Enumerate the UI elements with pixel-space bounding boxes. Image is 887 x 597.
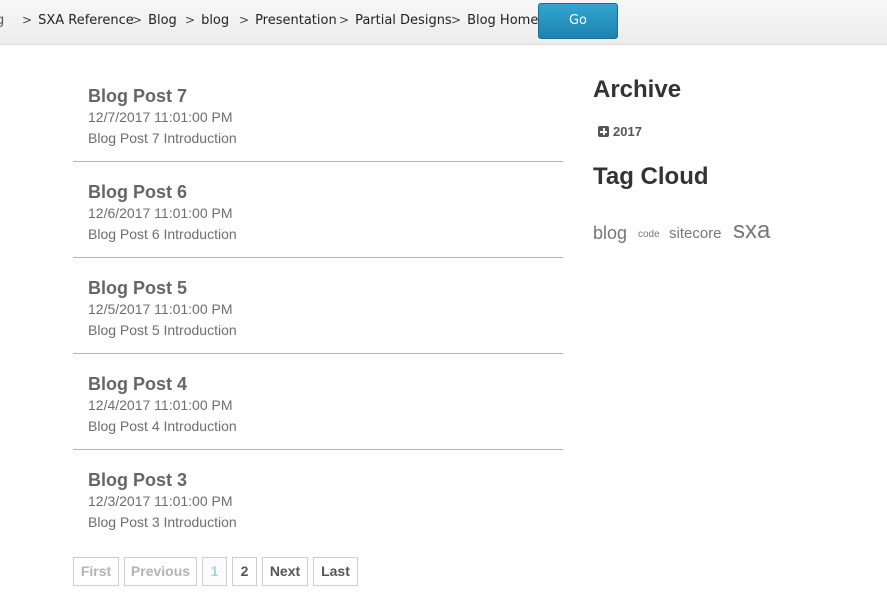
pager-page-1-button[interactable]: 1	[202, 557, 227, 586]
chevron-right-icon: >	[185, 13, 196, 27]
archive-heading: Archive	[593, 76, 682, 103]
blog-post-item: Blog Post 4 12/4/2017 11:01:00 PM Blog P…	[73, 354, 563, 450]
breadcrumb-item-blog-home[interactable]: > Blog Home	[451, 13, 538, 28]
post-title-link[interactable]: Blog Post 3	[88, 470, 187, 491]
breadcrumb-label: Blog	[148, 13, 177, 28]
breadcrumb-item-partial-designs[interactable]: > Partial Designs	[339, 13, 452, 28]
blog-post-item: Blog Post 6 12/6/2017 11:01:00 PM Blog P…	[73, 162, 563, 258]
archive-year-label: 2017	[613, 124, 642, 139]
post-date: 12/4/2017 11:01:00 PM	[88, 397, 233, 413]
tag-sxa[interactable]: sxa	[733, 217, 770, 245]
breadcrumb-label: blog	[201, 13, 230, 28]
breadcrumb-label: Blog Home	[467, 13, 539, 28]
breadcrumb-bar: g > SXA Reference > Blog > blog > Presentati…	[0, 0, 887, 45]
breadcrumb-item-truncated[interactable]: g	[0, 13, 4, 28]
tag-sitecore[interactable]: sitecore	[669, 225, 722, 242]
breadcrumb-label: Presentation	[255, 13, 337, 28]
post-date: 12/7/2017 11:01:00 PM	[88, 109, 233, 125]
post-introduction: Blog Post 3 Introduction	[88, 514, 237, 530]
post-date: 12/6/2017 11:01:00 PM	[88, 205, 233, 221]
post-title-link[interactable]: Blog Post 6	[88, 182, 187, 203]
post-introduction: Blog Post 4 Introduction	[88, 418, 237, 434]
breadcrumb-item-sxa-reference[interactable]: > SXA Reference	[22, 13, 134, 28]
post-introduction: Blog Post 6 Introduction	[88, 226, 237, 242]
breadcrumb-item-blog-1[interactable]: > Blog	[132, 13, 177, 28]
blog-post-item: Blog Post 7 12/7/2017 11:01:00 PM Blog P…	[73, 66, 563, 162]
chevron-right-icon: >	[451, 13, 462, 27]
breadcrumb-item-presentation[interactable]: > Presentation	[239, 13, 337, 28]
archive-year-toggle[interactable]: 2017	[598, 124, 642, 139]
go-button[interactable]: Go	[538, 3, 618, 39]
expand-plus-icon	[598, 126, 609, 137]
post-introduction: Blog Post 5 Introduction	[88, 322, 237, 338]
blog-post-item: Blog Post 3 12/3/2017 11:01:00 PM Blog P…	[73, 450, 563, 546]
tag-blog[interactable]: blog	[593, 223, 627, 244]
pager-previous-button[interactable]: Previous	[124, 557, 197, 586]
breadcrumb-item-blog-2[interactable]: > blog	[185, 13, 229, 28]
post-title-link[interactable]: Blog Post 5	[88, 278, 187, 299]
post-date: 12/3/2017 11:01:00 PM	[88, 493, 233, 509]
pager-page-2-button[interactable]: 2	[232, 557, 257, 586]
breadcrumb-label: Partial Designs	[355, 13, 452, 28]
breadcrumb-label: SXA Reference	[38, 13, 134, 28]
chevron-right-icon: >	[132, 13, 143, 27]
post-date: 12/5/2017 11:01:00 PM	[88, 301, 233, 317]
blog-post-item: Blog Post 5 12/5/2017 11:01:00 PM Blog P…	[73, 258, 563, 354]
chevron-right-icon: >	[22, 13, 33, 27]
post-title-link[interactable]: Blog Post 7	[88, 86, 187, 107]
post-title-link[interactable]: Blog Post 4	[88, 374, 187, 395]
pager-first-button[interactable]: First	[73, 557, 119, 586]
tag-code[interactable]: code	[638, 229, 660, 240]
pager-last-button[interactable]: Last	[313, 557, 358, 586]
chevron-right-icon: >	[239, 13, 250, 27]
tag-cloud-heading: Tag Cloud	[593, 163, 709, 190]
chevron-right-icon: >	[339, 13, 350, 27]
post-introduction: Blog Post 7 Introduction	[88, 130, 237, 146]
pager-next-button[interactable]: Next	[262, 557, 308, 586]
